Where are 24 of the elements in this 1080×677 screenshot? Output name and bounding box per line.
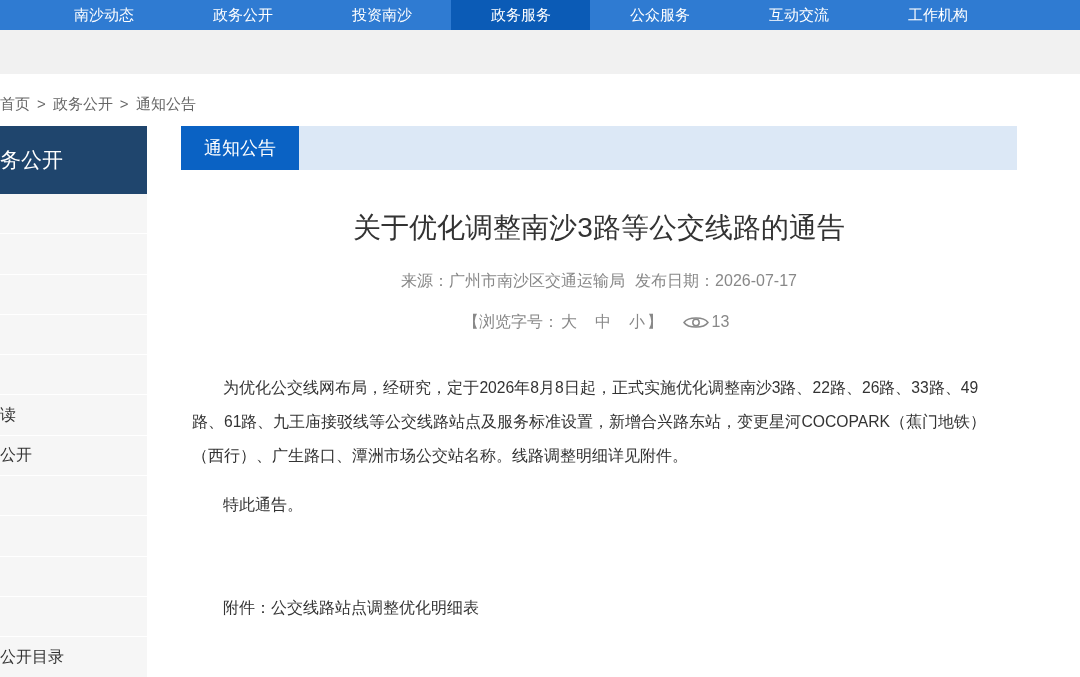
section-heading: 通知公告 [181,126,299,170]
article-paragraph: 特此通告。 [222,495,305,515]
font-size-option[interactable]: 中 [594,310,611,334]
nav-item[interactable]: 政务服务 [451,0,590,30]
article-paragraph: 附件：公交线路站点调整优化明细表 [222,598,481,618]
breadcrumb-link[interactable]: 政务公开 [52,95,113,113]
eye-icon [682,314,709,330]
font-size-bracket: 】 [646,312,663,332]
article-title: 关于优化调整南沙3路等公交线路的通告 [353,211,845,245]
view-count: 13 [711,312,730,332]
breadcrumb-separator: > [37,95,46,113]
breadcrumb-separator: > [119,95,129,113]
sidebar-item[interactable]: 公开目录 [0,644,64,669]
sidebar-item[interactable]: 读 [0,403,16,428]
sidebar-header: 务公开 [0,126,147,194]
source-text: 来源：广州市南沙区交通运输局 [401,271,626,291]
font-size-option[interactable]: 小 [628,310,645,334]
breadcrumb-link[interactable]: 通知公告 [135,95,196,113]
breadcrumb-link[interactable]: 首页 [0,95,30,113]
publish-date: 发布日期：2026-07-17 [635,271,797,291]
article-paragraph: 为优化公交线网布局，经研究，定于2026年8月8日起，正式实施优化调整南沙3路、22路、26路、33路、49路、61路、九王庙接驳线等公交线路站点及服务标准设置，新增合兴路东站，变更星河COCOPARK（蕉门地铁）（西行）、广生路口、潭洲市场公交站名称。线路调整明细详见附件。 [192,378,987,466]
font-size-option[interactable]: 大 [560,310,577,334]
font-size-label: 【浏览字号： [462,312,559,332]
sidebar-item[interactable]: 公开 [0,443,32,468]
